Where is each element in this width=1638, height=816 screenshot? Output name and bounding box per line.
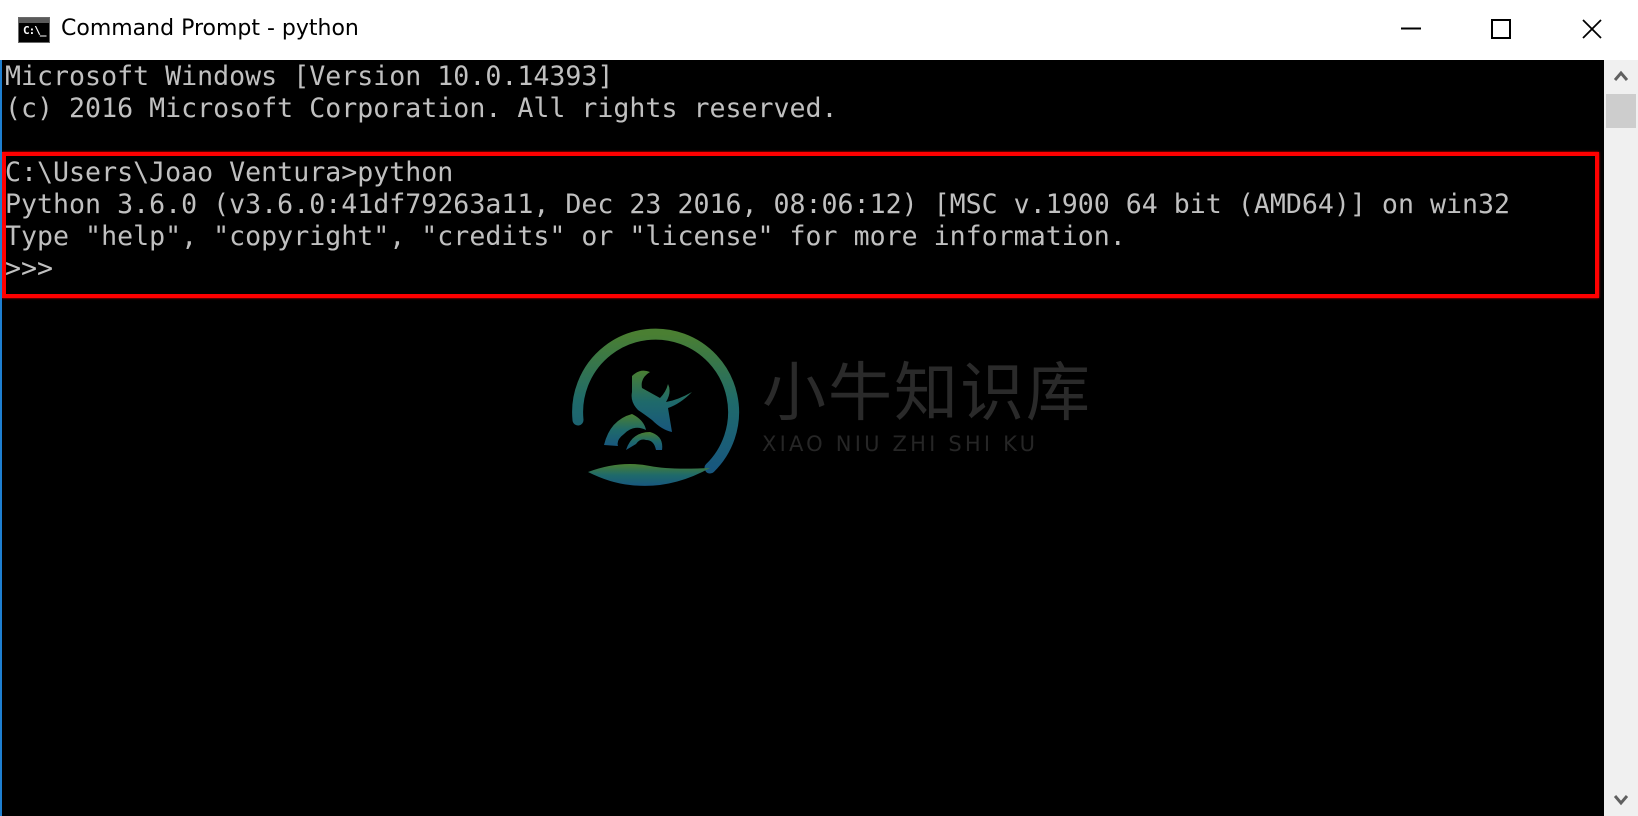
maximize-icon — [1491, 19, 1511, 39]
console-icon[interactable]: C:\_ — [18, 17, 50, 43]
console-line: (c) 2016 Microsoft Corporation. All righ… — [5, 93, 838, 124]
console-output[interactable]: Microsoft Windows [Version 10.0.14393] (… — [2, 60, 1604, 816]
close-icon — [1582, 19, 1602, 39]
minimize-icon — [1401, 27, 1421, 30]
console-line: Microsoft Windows [Version 10.0.14393] — [5, 61, 614, 92]
console-icon-glyph: C:\_ — [23, 24, 46, 37]
minimize-button[interactable] — [1366, 0, 1456, 58]
vertical-scrollbar[interactable] — [1604, 60, 1638, 816]
scroll-down-arrow-icon — [1614, 795, 1628, 806]
maximize-button[interactable] — [1456, 0, 1546, 58]
scrollbar-thumb[interactable] — [1606, 94, 1636, 128]
close-button[interactable] — [1547, 0, 1637, 58]
scroll-up-button[interactable] — [1604, 60, 1638, 92]
console-icon-bar — [19, 18, 49, 23]
title-bar[interactable]: C:\_ Command Prompt - python — [0, 0, 1638, 60]
scroll-up-arrow-icon — [1614, 70, 1628, 81]
window-title: Command Prompt - python — [61, 16, 359, 41]
highlight-annotation-box — [2, 152, 1599, 298]
scroll-down-button[interactable] — [1604, 784, 1638, 816]
